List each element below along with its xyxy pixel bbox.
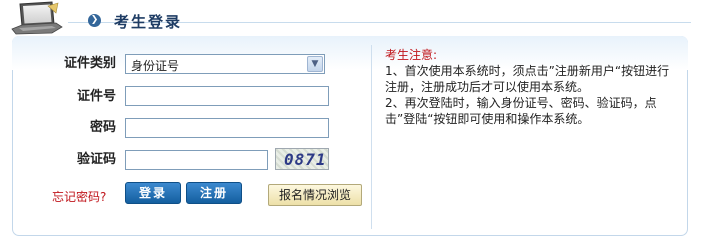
id-type-selected-value: 身份证号 bbox=[131, 59, 180, 73]
laptop-icon bbox=[11, 1, 63, 35]
forgot-password-link[interactable]: 忘记密码? bbox=[52, 188, 106, 205]
register-button[interactable]: 注册 bbox=[186, 182, 242, 204]
notice-title: 考生注意: bbox=[385, 48, 438, 62]
circle-arrow-icon: ❯ bbox=[88, 14, 101, 27]
captcha-image[interactable]: 0871 bbox=[275, 148, 329, 170]
password-input[interactable] bbox=[125, 118, 329, 138]
captcha-code: 0871 bbox=[284, 150, 327, 169]
panel-divider bbox=[371, 45, 372, 229]
id-type-label: 证件类别 bbox=[63, 56, 116, 71]
notice-line-2: 2、再次登陆时，输入身份证号、密码、验证码，点击”登陆“按钮即可使用和操作本系统… bbox=[385, 96, 657, 126]
notice-box: 考生注意: 1、首次使用本系统时，须点击”注册新用户“按钮进行注册，注册成功后才… bbox=[385, 47, 675, 127]
page-title: 考生登录 bbox=[114, 13, 183, 31]
id-type-select[interactable]: 身份证号 ▼ bbox=[125, 54, 325, 74]
id-number-label: 证件号 bbox=[76, 89, 116, 104]
notice-line-1: 1、首次使用本系统时，须点击”注册新用户“按钮进行注册，注册成功后才可以使用本系… bbox=[385, 64, 670, 94]
chevron-down-icon[interactable]: ▼ bbox=[307, 56, 323, 72]
captcha-label: 验证码 bbox=[76, 152, 116, 167]
browse-registration-button[interactable]: 报名情况浏览 bbox=[268, 184, 362, 206]
login-button[interactable]: 登录 bbox=[125, 182, 181, 204]
password-label: 密码 bbox=[89, 120, 116, 135]
captcha-input[interactable] bbox=[125, 150, 268, 170]
id-number-input[interactable] bbox=[125, 86, 329, 106]
